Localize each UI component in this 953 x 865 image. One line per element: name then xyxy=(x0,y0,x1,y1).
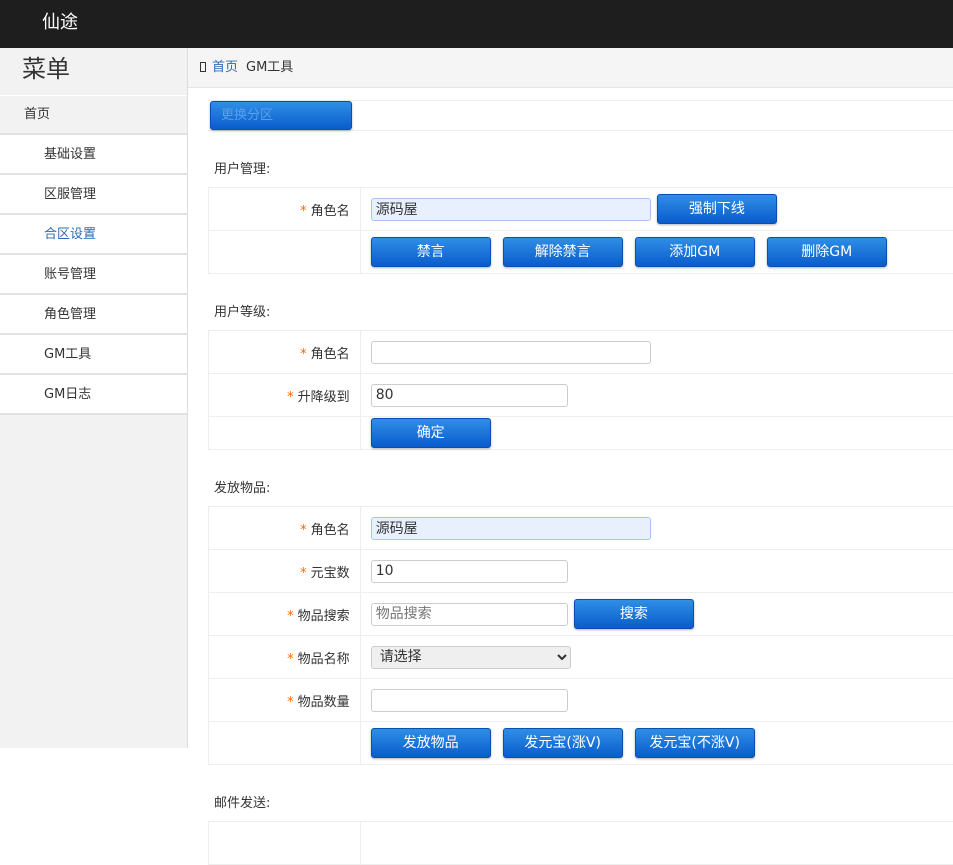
required-marker: * xyxy=(300,566,307,581)
sidebar-item-server-mgmt[interactable]: 区服管理 xyxy=(0,175,187,215)
level-label: 升降级到 xyxy=(298,390,350,405)
level-role-name-input[interactable] xyxy=(371,341,651,364)
required-marker: * xyxy=(287,609,294,624)
required-marker: * xyxy=(287,695,294,710)
mail-form xyxy=(208,821,953,865)
sidebar-item-home[interactable]: 首页 xyxy=(0,95,187,135)
gold-amount-input[interactable] xyxy=(371,560,568,583)
required-marker: * xyxy=(300,204,307,219)
menu-title: 菜单 xyxy=(0,48,187,95)
sidebar-item-role-mgmt[interactable]: 角色管理 xyxy=(0,295,187,335)
item-search-input[interactable] xyxy=(371,603,568,626)
breadcrumb-home-link[interactable]: 首页 xyxy=(212,60,238,75)
item-qty-input[interactable] xyxy=(371,689,568,712)
role-label: 角色名 xyxy=(311,347,350,362)
section-title-user-level: 用户等级: xyxy=(214,301,270,320)
add-gm-button[interactable]: 添加GM xyxy=(635,237,755,267)
required-marker: * xyxy=(287,652,294,667)
main-content: 首页 GM工具 更换分区 用户管理: * 角色名 强制下线 禁言解除禁言添加GM 删除… xyxy=(188,48,953,831)
home-icon xyxy=(200,62,206,72)
item-search-label: 物品搜索 xyxy=(298,609,350,624)
breadcrumb-current: GM工具 xyxy=(246,60,293,75)
section-title-send-items: 发放物品: xyxy=(214,477,270,496)
search-button[interactable]: 搜索 xyxy=(574,599,694,629)
send-items-form: *角色名 *元宝数 *物品搜索 搜索 *物品名称 请选择 *物品数量 发放物品发… xyxy=(208,506,953,765)
sidebar-item-account-mgmt[interactable]: 账号管理 xyxy=(0,255,187,295)
sidebar-item-gm-tools[interactable]: GM工具 xyxy=(0,335,187,375)
delete-gm-button[interactable]: 删除GM xyxy=(767,237,887,267)
required-marker: * xyxy=(287,390,294,405)
section-title-mail: 邮件发送: xyxy=(214,792,270,811)
required-marker: * xyxy=(300,523,307,538)
unmute-button[interactable]: 解除禁言 xyxy=(503,237,623,267)
item-name-select[interactable]: 请选择 xyxy=(371,646,571,669)
required-marker: * xyxy=(300,347,307,362)
breadcrumb: 首页 GM工具 xyxy=(188,48,953,88)
section-title-user-mgmt: 用户管理: xyxy=(214,158,270,177)
send-gold-vip-button[interactable]: 发元宝(涨V) xyxy=(503,728,623,758)
confirm-level-button[interactable]: 确定 xyxy=(371,418,491,448)
send-item-button[interactable]: 发放物品 xyxy=(371,728,491,758)
send-gold-no-vip-button[interactable]: 发元宝(不涨V) xyxy=(635,728,755,758)
items-role-name-input[interactable] xyxy=(371,517,651,540)
user-level-form: * 角色名 * 升降级到 确定 xyxy=(208,330,953,450)
role-label: 角色名 xyxy=(311,204,350,219)
change-region-button[interactable]: 更换分区 xyxy=(210,101,352,130)
region-row: 更换分区 xyxy=(208,100,953,131)
force-offline-button[interactable]: 强制下线 xyxy=(657,194,777,224)
mute-button[interactable]: 禁言 xyxy=(371,237,491,267)
item-name-label: 物品名称 xyxy=(298,652,350,667)
gold-label: 元宝数 xyxy=(311,566,350,581)
level-input[interactable] xyxy=(371,384,568,407)
role-name-input[interactable] xyxy=(371,198,651,221)
sidebar-item-gm-log[interactable]: GM日志 xyxy=(0,375,187,415)
role-label: 角色名 xyxy=(311,523,350,538)
app-title: 仙途 xyxy=(42,12,78,33)
app-header: 仙途 xyxy=(0,0,953,48)
item-qty-label: 物品数量 xyxy=(298,695,350,710)
sidebar-item-merge-settings[interactable]: 合区设置 xyxy=(0,215,187,255)
sidebar: 菜单 首页 基础设置 区服管理 合区设置 账号管理 角色管理 GM工具 GM日志 xyxy=(0,48,188,748)
user-mgmt-form: * 角色名 强制下线 禁言解除禁言添加GM 删除GM xyxy=(208,187,953,274)
sidebar-item-basic-settings[interactable]: 基础设置 xyxy=(0,135,187,175)
